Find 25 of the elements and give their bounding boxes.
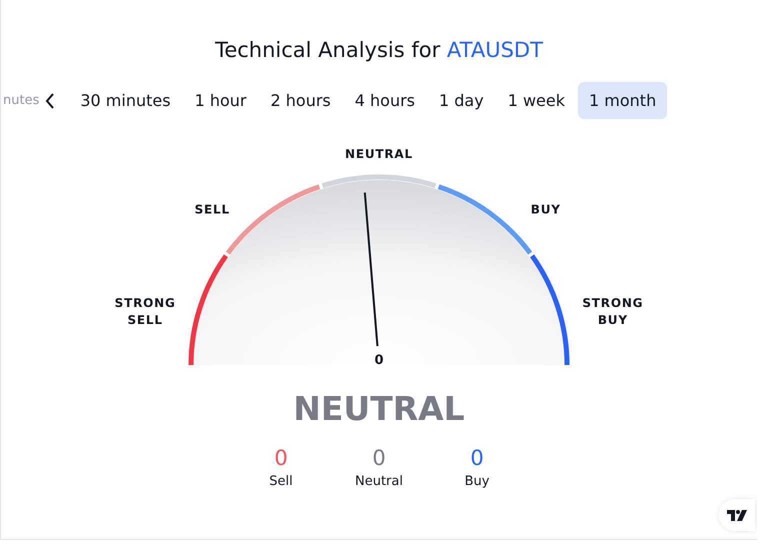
logo-badge[interactable]: [719, 499, 755, 531]
logo-icon: [727, 510, 747, 520]
counter-value: 0: [372, 446, 386, 470]
interval-tab[interactable]: 30 minutes: [69, 82, 182, 119]
counter-label: Buy: [464, 474, 490, 489]
widget-title: Technical Analysis for ATAUSDT: [215, 38, 543, 64]
counter-value: 0: [470, 446, 484, 470]
gauge-reading: 0: [374, 353, 384, 368]
verdict-label: NEUTRAL: [293, 389, 465, 428]
interval-tab[interactable]: 1 day: [428, 82, 495, 119]
interval-tab[interactable]: 4 hours: [344, 82, 426, 119]
interval-tab[interactable]: 2 hours: [260, 82, 342, 119]
gauge-label: NEUTRAL: [344, 147, 412, 161]
counter-value: 0: [274, 446, 288, 470]
gauge-label: STRONG BUY: [582, 296, 643, 327]
interval-tab[interactable]: 1 month: [578, 82, 668, 119]
gauge-label: BUY: [530, 202, 560, 216]
interval-tab[interactable]: 1 hour: [184, 82, 258, 119]
gauge-label: STRONG SELL: [114, 296, 176, 327]
gauge-label: SELL: [194, 202, 230, 216]
symbol-link[interactable]: ATAUSDT: [446, 38, 543, 62]
chevron-left-icon[interactable]: [45, 92, 56, 108]
counter-label: Neutral: [355, 474, 403, 489]
counter-label: Sell: [269, 474, 293, 489]
interval-tab[interactable]: 1 week: [496, 82, 576, 119]
